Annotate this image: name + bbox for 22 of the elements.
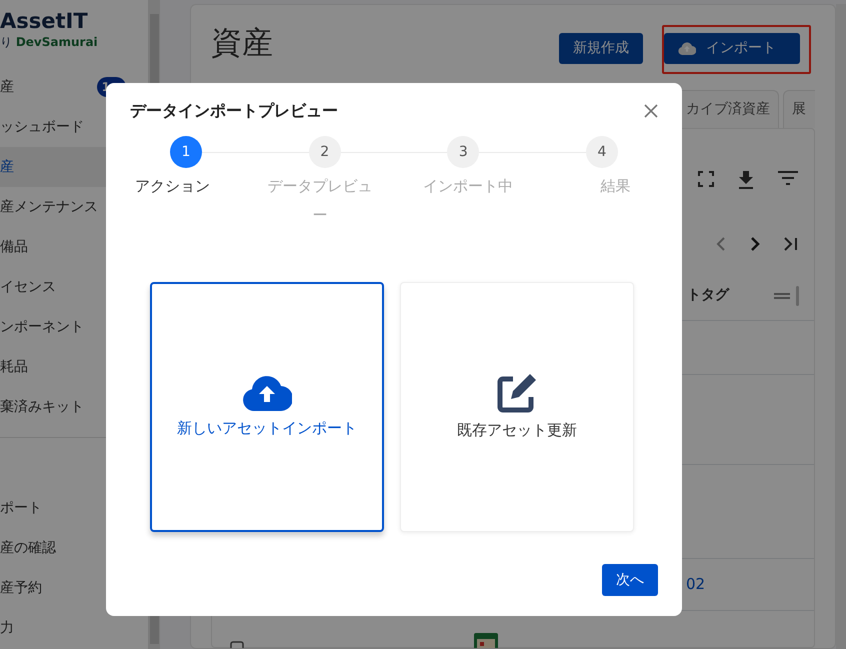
import-option-card[interactable]: 既存アセット更新: [400, 282, 634, 532]
option-label: 新しいアセットインポート: [177, 418, 357, 439]
page-title: 資産: [211, 25, 273, 62]
asset-link[interactable]: 02: [686, 573, 706, 596]
column-header: トタグ: [687, 286, 729, 305]
step-label: インポート中: [422, 176, 514, 198]
step-number: 4: [586, 136, 618, 168]
brand-subtitle: り DevSamurai: [0, 34, 99, 52]
step-label: データプレビュー: [266, 176, 374, 226]
step-number: 1: [170, 136, 202, 168]
next-button[interactable]: 次へ: [602, 564, 658, 596]
step-label: 結果: [599, 176, 632, 198]
brand-name: AssetIT: [0, 8, 89, 34]
step-number: 2: [308, 136, 341, 168]
sidebar-item[interactable]: 力: [0, 608, 148, 648]
import-option-card[interactable]: 新しいアセットインポート: [150, 282, 384, 532]
step-number: 3: [447, 136, 480, 168]
import-button[interactable]: インポート: [664, 33, 800, 64]
dialog-title: データインポートプレビュー: [130, 101, 338, 120]
option-label: 既存アセット更新: [457, 420, 577, 441]
create-button[interactable]: 新規作成: [559, 33, 643, 64]
tab[interactable]: 展: [783, 90, 815, 128]
